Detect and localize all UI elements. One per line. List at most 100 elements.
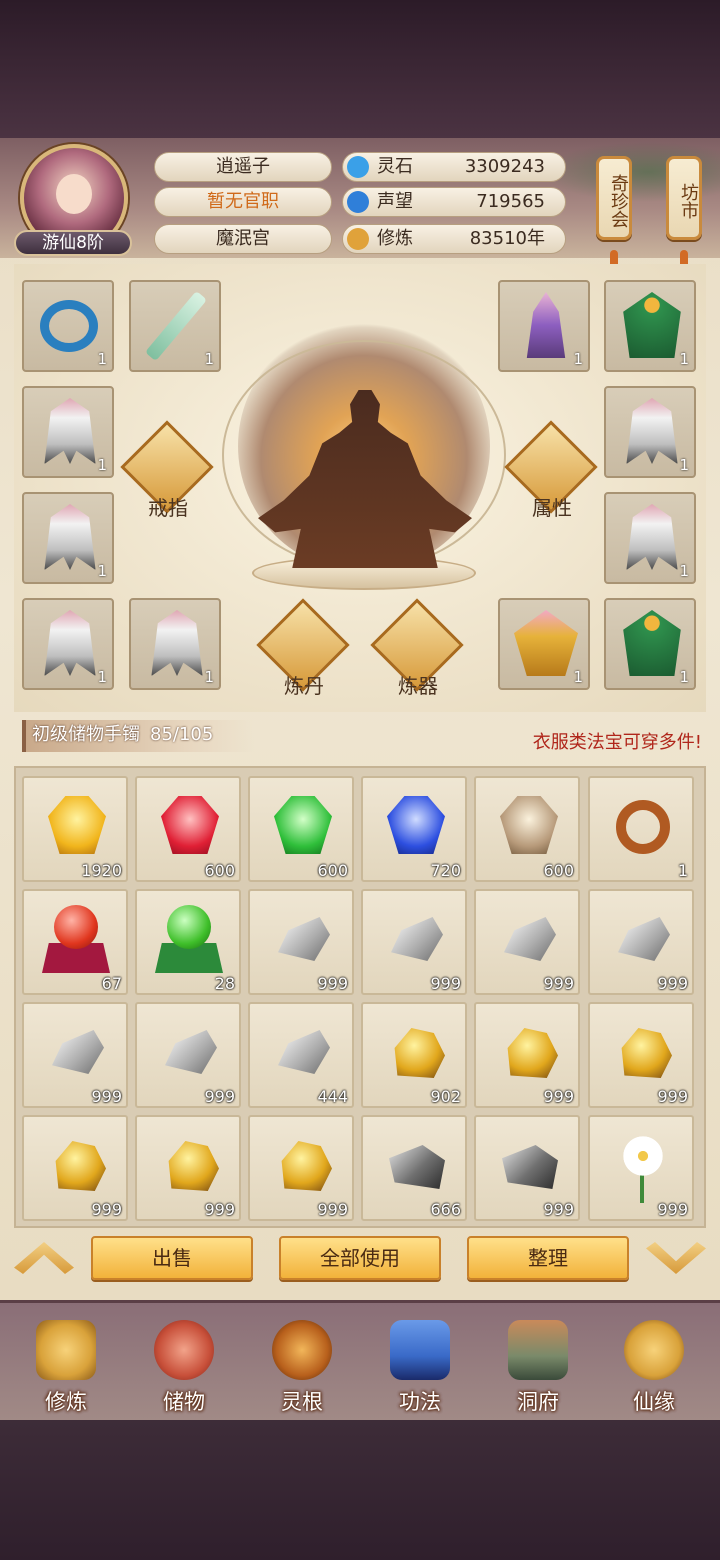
stat-value: 3309243 <box>464 156 545 177</box>
stat-value: 83510年 <box>469 228 545 249</box>
nav-cultivate[interactable]: 修炼 <box>14 1316 118 1420</box>
slot-qty: 1 <box>204 668 214 686</box>
green-gem-icon <box>274 796 332 854</box>
item-qty: 720 <box>430 861 461 880</box>
slot-qty: 1 <box>679 456 689 474</box>
equip-slot-robe[interactable]: 1 <box>604 598 696 690</box>
inventory-item[interactable]: 999 <box>135 1002 241 1108</box>
equip-slot[interactable]: 1 <box>22 492 114 584</box>
inventory-item[interactable]: 999 <box>474 1002 580 1108</box>
inventory-item[interactable]: 999 <box>588 889 694 995</box>
storage-bag-icon <box>154 1320 214 1380</box>
inventory-item[interactable]: 999 <box>22 1002 128 1108</box>
item-qty: 28 <box>214 974 235 993</box>
gold-ore-icon <box>55 1141 106 1191</box>
item-qty: 902 <box>430 1087 461 1106</box>
item-qty: 1 <box>677 861 688 880</box>
inventory-item[interactable]: 999 <box>588 1002 694 1108</box>
inventory-item[interactable]: 999 <box>22 1115 128 1221</box>
gold-ore-icon <box>168 1141 219 1191</box>
silver-ore-icon <box>278 917 330 961</box>
spirit-stone-icon <box>347 156 369 178</box>
inventory-item[interactable]: 28 <box>135 889 241 995</box>
gold-ore-icon <box>281 1141 332 1191</box>
stat-label: 声望 <box>377 191 413 212</box>
inventory-item[interactable]: 600 <box>248 776 354 882</box>
item-qty: 999 <box>543 974 574 993</box>
inventory-item[interactable]: 999 <box>588 1115 694 1221</box>
slot-qty: 1 <box>97 350 107 368</box>
rank-badge: 游仙8阶 <box>14 230 132 256</box>
equip-slot[interactable]: 1 <box>129 598 221 690</box>
use-all-button[interactable]: 全部使用 <box>279 1236 441 1280</box>
nav-skills[interactable]: 功法 <box>368 1316 472 1420</box>
equip-slot[interactable]: 1 <box>604 386 696 478</box>
item-qty: 999 <box>317 974 348 993</box>
nav-cave[interactable]: 洞府 <box>486 1316 590 1420</box>
nav-label: 仙缘 <box>633 1390 675 1414</box>
spirit-root-icon <box>272 1320 332 1380</box>
stat-reputation: 声望 719565 <box>342 187 566 217</box>
inventory-item[interactable]: 999 <box>474 1115 580 1221</box>
item-qty: 1920 <box>81 861 122 880</box>
item-qty: 999 <box>543 1087 574 1106</box>
bottom-band <box>0 1420 720 1560</box>
white-flower-icon <box>620 1133 666 1179</box>
inventory-item[interactable]: 600 <box>135 776 241 882</box>
slot-qty: 1 <box>97 562 107 580</box>
equip-slot-robe[interactable]: 1 <box>604 280 696 372</box>
item-qty: 444 <box>317 1087 348 1106</box>
bag-capacity: 85/105 <box>150 724 214 745</box>
cultivate-icon <box>36 1320 96 1380</box>
equip-slot[interactable]: 1 <box>22 598 114 690</box>
equip-slot-ring[interactable]: 1 <box>22 280 114 372</box>
item-qty: 999 <box>430 974 461 993</box>
inventory-item[interactable]: 902 <box>361 1002 467 1108</box>
treasure-auction-button[interactable]: 奇珍会 <box>596 156 632 240</box>
inventory-item[interactable]: 67 <box>22 889 128 995</box>
sort-button[interactable]: 整理 <box>467 1236 629 1280</box>
item-qty: 999 <box>657 1087 688 1106</box>
silver-ore-icon <box>165 1030 217 1074</box>
inventory-item[interactable]: 999 <box>248 889 354 995</box>
inventory-item[interactable]: 720 <box>361 776 467 882</box>
item-qty: 67 <box>101 974 122 993</box>
inventory-item[interactable]: 999 <box>248 1115 354 1221</box>
blue-gem-icon <box>387 796 445 854</box>
item-qty: 600 <box>317 861 348 880</box>
nav-label: 修炼 <box>45 1390 87 1414</box>
inventory-item[interactable]: 1 <box>588 776 694 882</box>
nav-storage[interactable]: 储物 <box>132 1316 236 1420</box>
equip-slot-companion[interactable]: 1 <box>498 280 590 372</box>
inventory-item[interactable]: 999 <box>474 889 580 995</box>
equip-slot[interactable]: 1 <box>604 492 696 584</box>
item-qty: 999 <box>91 1200 122 1219</box>
ring-button-label: 戒指 <box>148 496 188 520</box>
nav-fortune[interactable]: 仙缘 <box>602 1316 706 1420</box>
claw-treasure-icon <box>44 610 96 676</box>
claw-treasure-icon <box>44 504 96 570</box>
gold-gem-icon <box>48 796 106 854</box>
inventory-item[interactable]: 444 <box>248 1002 354 1108</box>
player-name: 逍遥子 <box>154 152 332 182</box>
inventory-item[interactable]: 666 <box>361 1115 467 1221</box>
nav-label: 储物 <box>163 1390 205 1414</box>
inventory-item[interactable]: 600 <box>474 776 580 882</box>
bag-title: 初级储物手镯 85/105 <box>22 720 254 752</box>
inventory-item[interactable]: 999 <box>135 1115 241 1221</box>
slot-qty: 1 <box>573 668 583 686</box>
inventory-item[interactable]: 1920 <box>22 776 128 882</box>
inventory-item[interactable]: 999 <box>361 889 467 995</box>
nav-spirit-root[interactable]: 灵根 <box>250 1316 354 1420</box>
equip-slot-weapon[interactable]: 1 <box>129 280 221 372</box>
silver-ore-icon <box>504 917 556 961</box>
sword-icon <box>144 290 208 362</box>
gold-ore-icon <box>621 1028 672 1078</box>
equip-slot[interactable]: 1 <box>22 386 114 478</box>
sell-button[interactable]: 出售 <box>91 1236 253 1280</box>
equip-slot-robe[interactable]: 1 <box>498 598 590 690</box>
market-button[interactable]: 坊市 <box>666 156 702 240</box>
silver-ore-icon <box>278 1030 330 1074</box>
stat-value: 719565 <box>476 191 545 212</box>
slot-qty: 1 <box>204 350 214 368</box>
